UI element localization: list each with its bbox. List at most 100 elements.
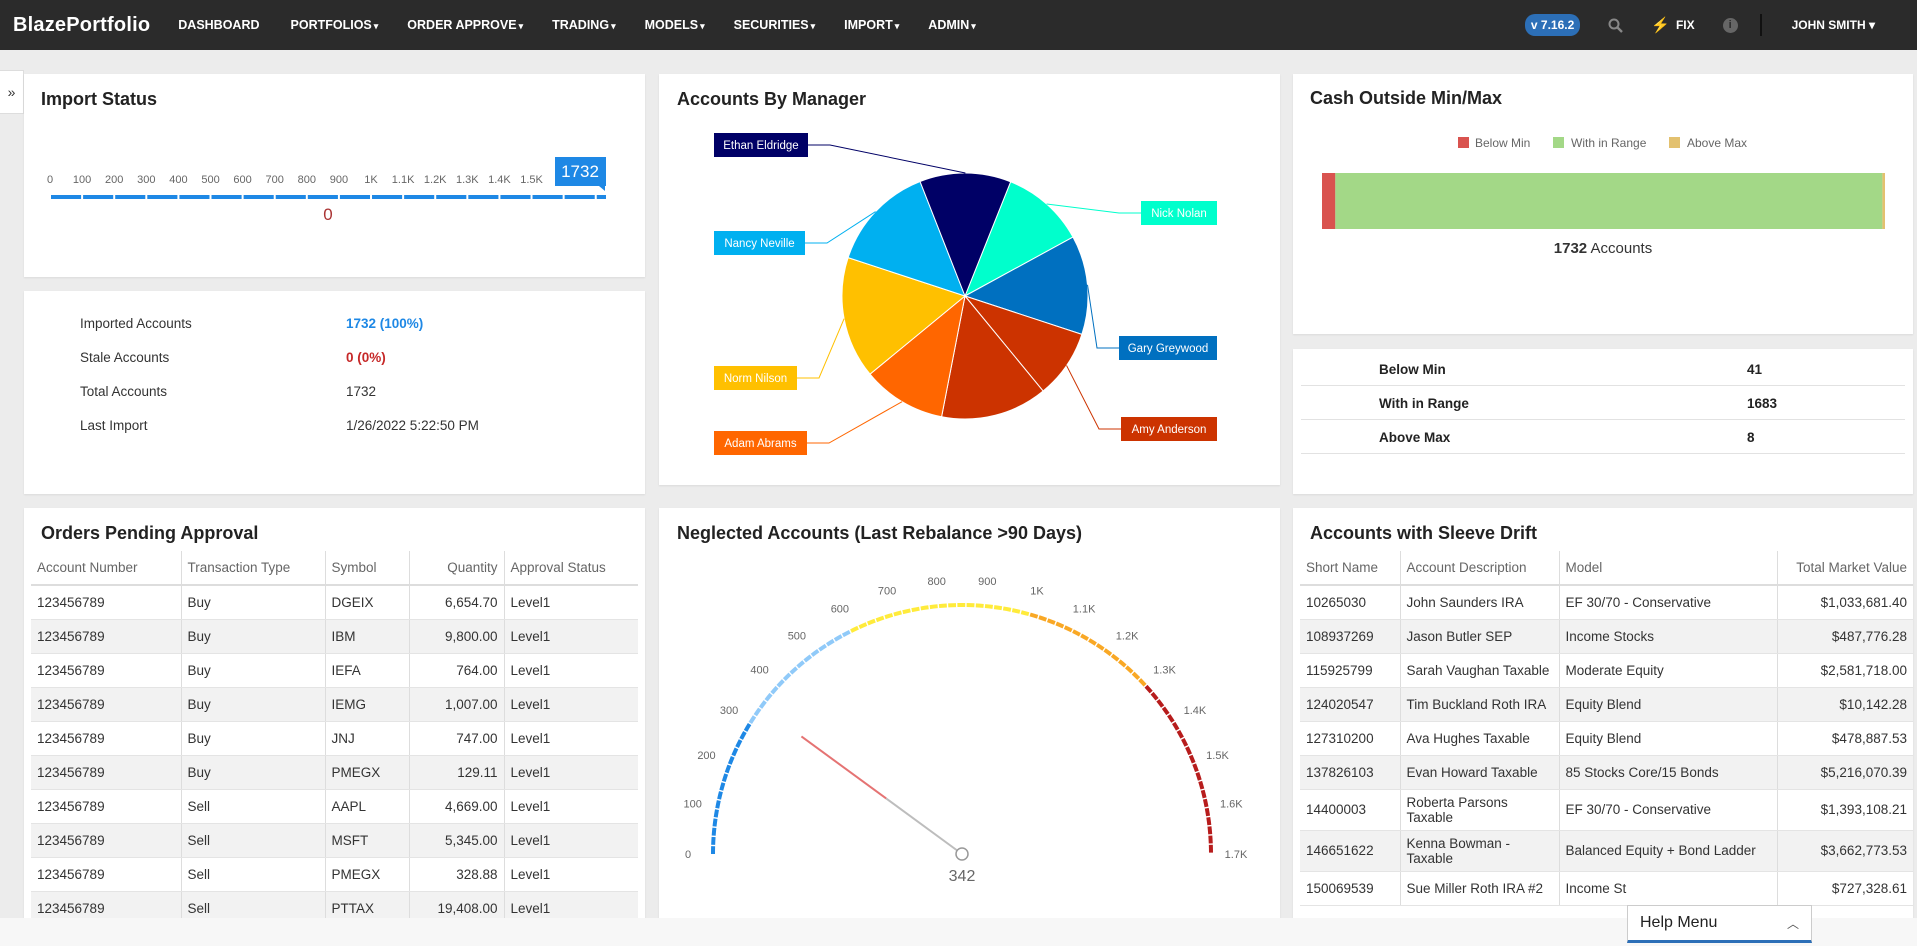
gauge-arc-segment — [753, 707, 762, 717]
help-menu-label: Help Menu — [1640, 914, 1718, 931]
table-cell: 747.00 — [409, 721, 505, 756]
table-cell: Buy — [181, 619, 326, 654]
version-badge[interactable]: v 7.16.2 — [1524, 14, 1581, 36]
stale-accounts-value[interactable]: 0 (0%) — [346, 350, 386, 365]
bar-segment[interactable] — [1335, 173, 1883, 229]
table-cell: Tim Buckland Roth IRA — [1400, 687, 1560, 722]
column-header[interactable]: Account Description — [1400, 551, 1560, 586]
table-cell: Sell — [181, 789, 326, 824]
nav-import[interactable]: IMPORT ▾ — [844, 18, 899, 32]
nav-models[interactable]: MODELS ▾ — [645, 18, 705, 32]
gauge-tick-label: 1.4K — [1184, 705, 1207, 717]
column-header[interactable]: Symbol — [325, 551, 410, 586]
scale-tick-label: 900 — [330, 174, 348, 186]
gauge-arc-segment — [712, 818, 718, 827]
sleeve-drift-panel: Accounts with Sleeve Drift Short Name Ac… — [1293, 508, 1913, 918]
table-row[interactable]: 123456789 Buy IEMG 1,007.00 Level1 — [31, 687, 638, 722]
table-row[interactable]: 123456789 Buy PMEGX 129.11 Level1 — [31, 755, 638, 790]
table-row[interactable]: 146651622 Kenna Bowman - Taxable Balanced E… — [1300, 830, 1913, 872]
gauge-tick-label: 500 — [788, 630, 806, 642]
gauge-arc-segment — [1181, 737, 1189, 747]
nav-label: ADMIN — [928, 18, 970, 32]
column-header[interactable]: Transaction Type — [181, 551, 326, 586]
imported-accounts-value[interactable]: 1732 (100%) — [346, 316, 423, 331]
user-menu[interactable]: JOHN SMITH ▾ — [1792, 18, 1875, 32]
gauge-arc-segment — [884, 612, 894, 620]
table-row[interactable]: 137826103 Evan Howard Taxable 85 Stocks Co… — [1300, 755, 1913, 790]
nav-admin[interactable]: ADMIN ▾ — [928, 18, 976, 32]
table-row[interactable]: 115925799 Sarah Vaughan Taxable Moderate E… — [1300, 653, 1913, 688]
gauge-arc-segment — [1131, 671, 1141, 680]
table-cell: Level1 — [504, 755, 638, 790]
app-logo[interactable]: BlazePortfolio — [13, 14, 150, 37]
gauge-pivot — [955, 847, 969, 861]
scale-tick-label: 1K — [364, 174, 378, 186]
search-icon[interactable] — [1608, 18, 1624, 33]
gauge-arc-segment — [1038, 615, 1048, 622]
column-header[interactable]: Approval Status — [504, 551, 638, 586]
gauge-tick-label: 300 — [720, 705, 738, 717]
caret-icon: ▾ — [611, 21, 616, 31]
help-menu-button[interactable]: Help Menu ︿ — [1627, 905, 1812, 943]
column-header[interactable]: Total Market Value — [1777, 551, 1913, 586]
table-cell: IEMG — [325, 687, 410, 722]
nav-portfolios[interactable]: PORTFOLIOS ▾ — [291, 18, 379, 32]
gauge-arc-segment — [764, 692, 773, 702]
column-header[interactable]: Quantity — [409, 551, 505, 586]
table-row[interactable]: 10265030 John Saunders IRA EF 30/70 - Cons… — [1300, 585, 1913, 620]
orders-table: Account Number Transaction Type Symbol Q… — [31, 551, 638, 918]
table-cell: Sarah Vaughan Taxable — [1400, 653, 1560, 688]
table-row[interactable]: 127310200 Ava Hughes Taxable Equity Blend $… — [1300, 721, 1913, 756]
gauge-value-badge: 1732 — [555, 157, 606, 191]
nav-securities[interactable]: SECURITIES ▾ — [734, 18, 816, 32]
gauge-arc-segment — [975, 603, 984, 608]
gauge-arc-segment — [717, 791, 723, 800]
fix-label: FIX — [1675, 18, 1695, 32]
table-row[interactable]: 124020547 Tim Buckland Roth IRA Equity Ble… — [1300, 687, 1913, 722]
gauge-arc-segment — [1192, 763, 1199, 773]
gauge-arc-segment — [920, 605, 929, 611]
table-cell: $3,662,773.53 — [1777, 830, 1913, 872]
table-row[interactable]: 14400003 Roberta Parsons Taxable EF 30/70 -… — [1300, 789, 1913, 831]
fix-button[interactable]: ⚡ FIX — [1651, 16, 1694, 34]
table-row[interactable]: 123456789 Sell AAPL 4,669.00 Level1 — [31, 789, 638, 824]
bar-segment[interactable] — [1322, 173, 1336, 229]
scale-tick-label: 700 — [266, 174, 284, 186]
scale-tick-label: 1.1K — [392, 174, 415, 186]
table-row[interactable]: 108937269 Jason Butler SEP Income Stocks $4… — [1300, 619, 1913, 654]
info-icon[interactable]: i — [1722, 17, 1738, 33]
table-row[interactable]: 123456789 Sell PMEGX 328.88 Level1 — [31, 857, 638, 892]
gauge-tick-label: 900 — [978, 576, 996, 588]
nav-dashboard[interactable]: DASHBOARD — [178, 18, 261, 32]
table-row[interactable]: 123456789 Buy IBM 9,800.00 Level1 — [31, 619, 638, 654]
table-row[interactable]: 123456789 Buy DGEIX 6,654.70 Level1 — [31, 585, 638, 620]
column-header[interactable]: Account Number — [31, 551, 182, 586]
table-row[interactable]: 150069539 Sue Miller Roth IRA #2 Income St… — [1300, 871, 1913, 906]
pie-label: Ethan Eldridge — [723, 140, 798, 152]
gauge-lower-label: 0 — [323, 205, 332, 224]
table-cell: 108937269 — [1300, 619, 1401, 654]
table-cell: Sell — [181, 823, 326, 858]
column-header[interactable]: Short Name — [1300, 551, 1401, 586]
gauge-arc-segment — [1063, 625, 1073, 633]
column-header[interactable]: Model — [1559, 551, 1778, 586]
nav-trading[interactable]: TRADING ▾ — [552, 18, 615, 32]
table-cell: Level1 — [504, 687, 638, 722]
table-cell: 150069539 — [1300, 871, 1401, 906]
table-cell: Level1 — [504, 653, 638, 688]
sidebar-expand-icon[interactable]: » — [0, 70, 24, 114]
table-row[interactable]: 123456789 Sell PTTAX 19,408.00 Level1 — [31, 891, 638, 918]
bar-segment[interactable] — [1882, 173, 1885, 229]
gauge-arc-segment — [1206, 817, 1212, 826]
table-cell: IBM — [325, 619, 410, 654]
table-row[interactable]: 123456789 Buy IEFA 764.00 Level1 — [31, 653, 638, 688]
gauge-arc-segment — [724, 764, 732, 774]
table-row[interactable]: 123456789 Sell MSFT 5,345.00 Level1 — [31, 823, 638, 858]
stat-label: Total Accounts — [80, 384, 168, 399]
table-row[interactable]: 123456789 Buy JNJ 747.00 Level1 — [31, 721, 638, 756]
gauge-arc-segment — [1161, 706, 1170, 716]
table-cell: 123456789 — [31, 755, 182, 790]
gauge-value-label: 1732 — [561, 162, 599, 181]
nav-order-approve[interactable]: ORDER APPROVE ▾ — [407, 18, 523, 32]
gauge-arc-segment — [727, 756, 735, 765]
